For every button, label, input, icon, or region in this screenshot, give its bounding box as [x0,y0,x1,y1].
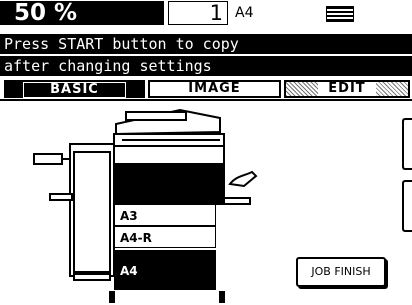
paper-tray-icon [326,6,354,22]
message-line-1: Press START button to copy [0,34,412,54]
message-line-2: after changing settings [0,56,412,76]
copier-base [109,291,225,303]
paper-tray-a4-r[interactable]: A4-R [114,226,216,248]
paper-size-label: A4 [235,5,254,21]
copy-count-display: 1 [168,1,228,25]
paper-tray-a3[interactable]: A3 [114,204,216,226]
tab-edit[interactable]: EDIT [284,80,410,98]
finisher-unit [33,143,115,281]
side-button-upper[interactable] [402,118,412,170]
zoom-ratio-value: 50 % [14,0,78,26]
scanner-unit [113,108,225,147]
copier-body [113,145,225,205]
tab-image-label: IMAGE [188,81,241,96]
tab-basic[interactable]: BASIC [4,80,145,98]
copy-count-value: 1 [209,1,223,25]
tab-edit-label: EDIT [318,82,376,96]
paper-tray-a4[interactable]: A4 [114,250,216,290]
zoom-ratio-display: 50 % [0,1,164,25]
tab-basic-label: BASIC [23,82,126,98]
job-finish-button[interactable]: JOB FINISH [296,257,386,287]
side-button-lower[interactable] [402,180,412,232]
tab-image[interactable]: IMAGE [148,80,281,98]
bypass-tray [223,170,258,205]
